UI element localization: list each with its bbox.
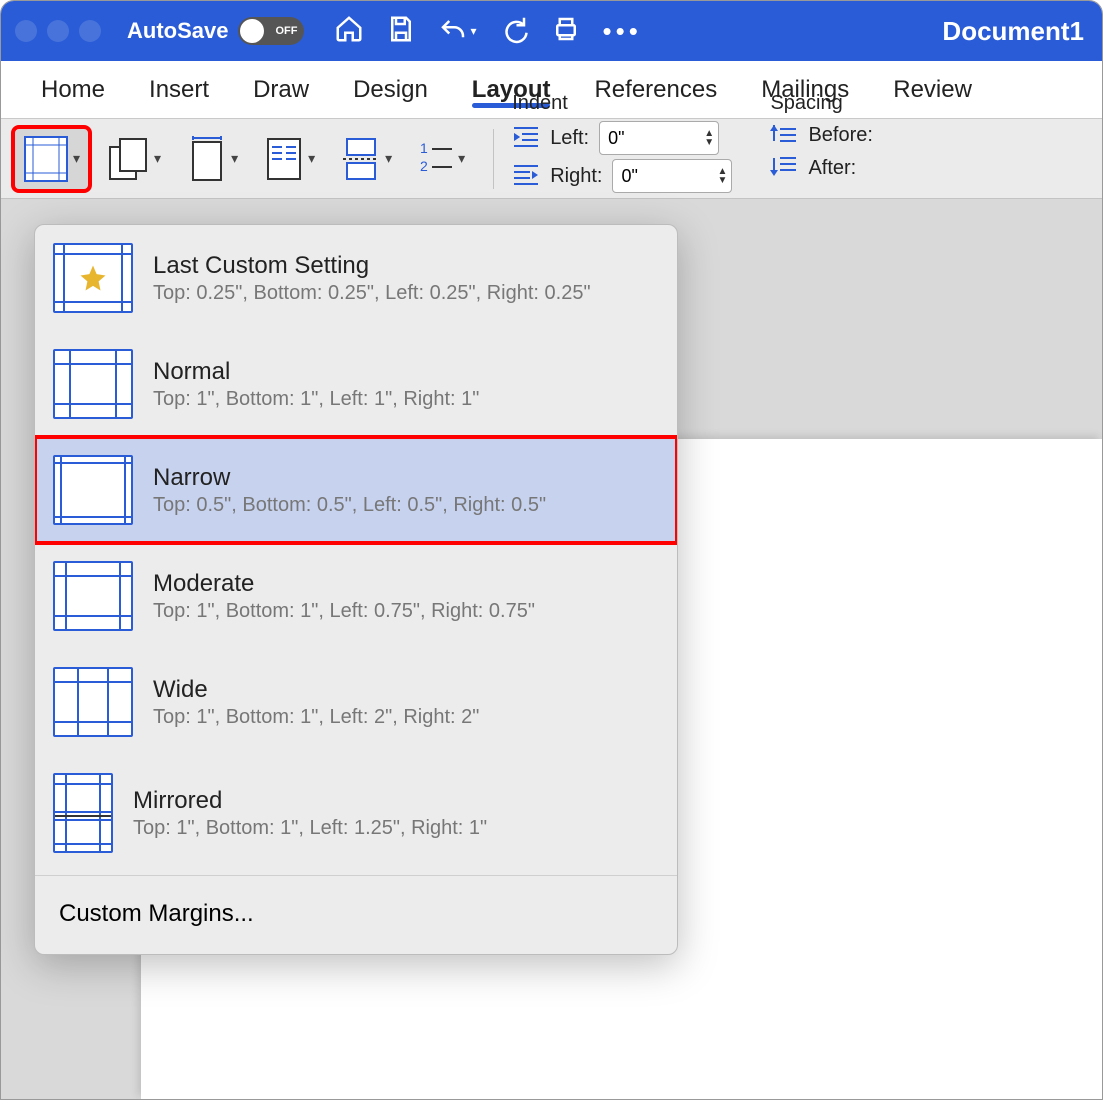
more-icon[interactable]: •••	[603, 16, 642, 47]
print-icon[interactable]	[551, 14, 581, 49]
save-icon[interactable]	[386, 14, 416, 49]
option-name: Wide	[153, 676, 479, 704]
spacing-group: Spacing Before: After:	[770, 92, 872, 183]
redo-icon[interactable]	[499, 14, 529, 49]
margins-option-wide[interactable]: Wide Top: 1", Bottom: 1", Left: 2", Righ…	[35, 649, 677, 755]
line-numbers-button[interactable]: 1 2 ▾	[410, 131, 473, 187]
divider	[493, 129, 494, 189]
tab-insert[interactable]: Insert	[149, 66, 209, 114]
breaks-button[interactable]: ▾	[333, 129, 400, 189]
spacing-before-icon	[770, 121, 798, 150]
chevron-down-icon: ▾	[308, 150, 315, 167]
indent-left-value: 0"	[608, 128, 624, 149]
svg-text:2: 2	[420, 158, 428, 174]
margins-option-normal[interactable]: Normal Top: 1", Bottom: 1", Left: 1", Ri…	[35, 331, 677, 437]
close-window-button[interactable]	[15, 20, 37, 42]
spacing-header: Spacing	[770, 92, 872, 115]
option-name: Last Custom Setting	[153, 252, 591, 280]
option-name: Mirrored	[133, 787, 487, 815]
titlebar: AutoSave OFF ▾ ••• Document1	[1, 1, 1102, 61]
chevron-down-icon: ▾	[231, 150, 238, 167]
autosave-state: OFF	[275, 25, 297, 37]
indent-group: Indent Left: 0"▲▼ Right: 0"▲▼	[512, 92, 732, 193]
indent-left-label: Left:	[550, 127, 589, 150]
tab-draw[interactable]: Draw	[253, 66, 309, 114]
spacing-before-label: Before:	[808, 124, 872, 147]
option-name: Narrow	[153, 464, 546, 492]
columns-button[interactable]: ▾	[256, 129, 323, 189]
chevron-down-icon: ▾	[154, 150, 161, 167]
tab-review[interactable]: Review	[893, 66, 972, 114]
minimize-window-button[interactable]	[47, 20, 69, 42]
option-desc: Top: 1", Bottom: 1", Left: 1", Right: 1"	[153, 388, 479, 411]
autosave-label: AutoSave	[127, 18, 228, 44]
svg-text:1: 1	[420, 140, 428, 156]
chevron-down-icon: ▾	[458, 150, 465, 167]
custom-margins-button[interactable]: Custom Margins...	[35, 880, 677, 954]
undo-icon[interactable]: ▾	[438, 16, 476, 46]
indent-right-input[interactable]: 0"▲▼	[612, 159, 732, 193]
option-desc: Top: 1", Bottom: 1", Left: 2", Right: 2"	[153, 706, 479, 729]
indent-right-value: 0"	[621, 166, 637, 187]
option-desc: Top: 0.5", Bottom: 0.5", Left: 0.5", Rig…	[153, 494, 546, 517]
ribbon-layout-content: ▾ ▾ ▾ ▾ ▾ 12 ▾ Indent	[1, 119, 1102, 199]
margins-option-narrow[interactable]: Narrow Top: 0.5", Bottom: 0.5", Left: 0.…	[35, 437, 677, 543]
indent-left-icon	[512, 124, 540, 153]
tab-design[interactable]: Design	[353, 66, 428, 114]
window-controls	[15, 20, 101, 42]
indent-header: Indent	[512, 92, 732, 115]
indent-right-icon	[512, 162, 540, 191]
size-button[interactable]: ▾	[179, 128, 246, 190]
option-name: Moderate	[153, 570, 535, 598]
chevron-down-icon: ▾	[73, 150, 80, 167]
divider	[35, 875, 677, 876]
option-name: Normal	[153, 358, 479, 386]
margins-option-moderate[interactable]: Moderate Top: 1", Bottom: 1", Left: 0.75…	[35, 543, 677, 649]
indent-left-input[interactable]: 0"▲▼	[599, 121, 719, 155]
margins-button[interactable]: ▾	[15, 129, 88, 189]
option-desc: Top: 0.25", Bottom: 0.25", Left: 0.25", …	[153, 282, 591, 305]
document-title: Document1	[942, 16, 1084, 47]
option-desc: Top: 1", Bottom: 1", Left: 0.75", Right:…	[153, 600, 535, 623]
margins-option-last-custom[interactable]: Last Custom Setting Top: 0.25", Bottom: …	[35, 225, 677, 331]
chevron-down-icon: ▾	[385, 150, 392, 167]
home-icon[interactable]	[334, 14, 364, 49]
quick-access-toolbar: ▾ •••	[334, 14, 641, 49]
orientation-button[interactable]: ▾	[98, 129, 169, 189]
zoom-window-button[interactable]	[79, 20, 101, 42]
tab-home[interactable]: Home	[41, 66, 105, 114]
autosave-toggle[interactable]: AutoSave OFF	[127, 17, 304, 45]
margins-dropdown: Last Custom Setting Top: 0.25", Bottom: …	[34, 224, 678, 955]
option-desc: Top: 1", Bottom: 1", Left: 1.25", Right:…	[133, 817, 487, 840]
spacing-after-icon	[770, 154, 798, 183]
spacing-after-label: After:	[808, 157, 856, 180]
indent-right-label: Right:	[550, 165, 602, 188]
margins-option-mirrored[interactable]: Mirrored Top: 1", Bottom: 1", Left: 1.25…	[35, 755, 677, 871]
autosave-switch[interactable]: OFF	[238, 17, 304, 45]
